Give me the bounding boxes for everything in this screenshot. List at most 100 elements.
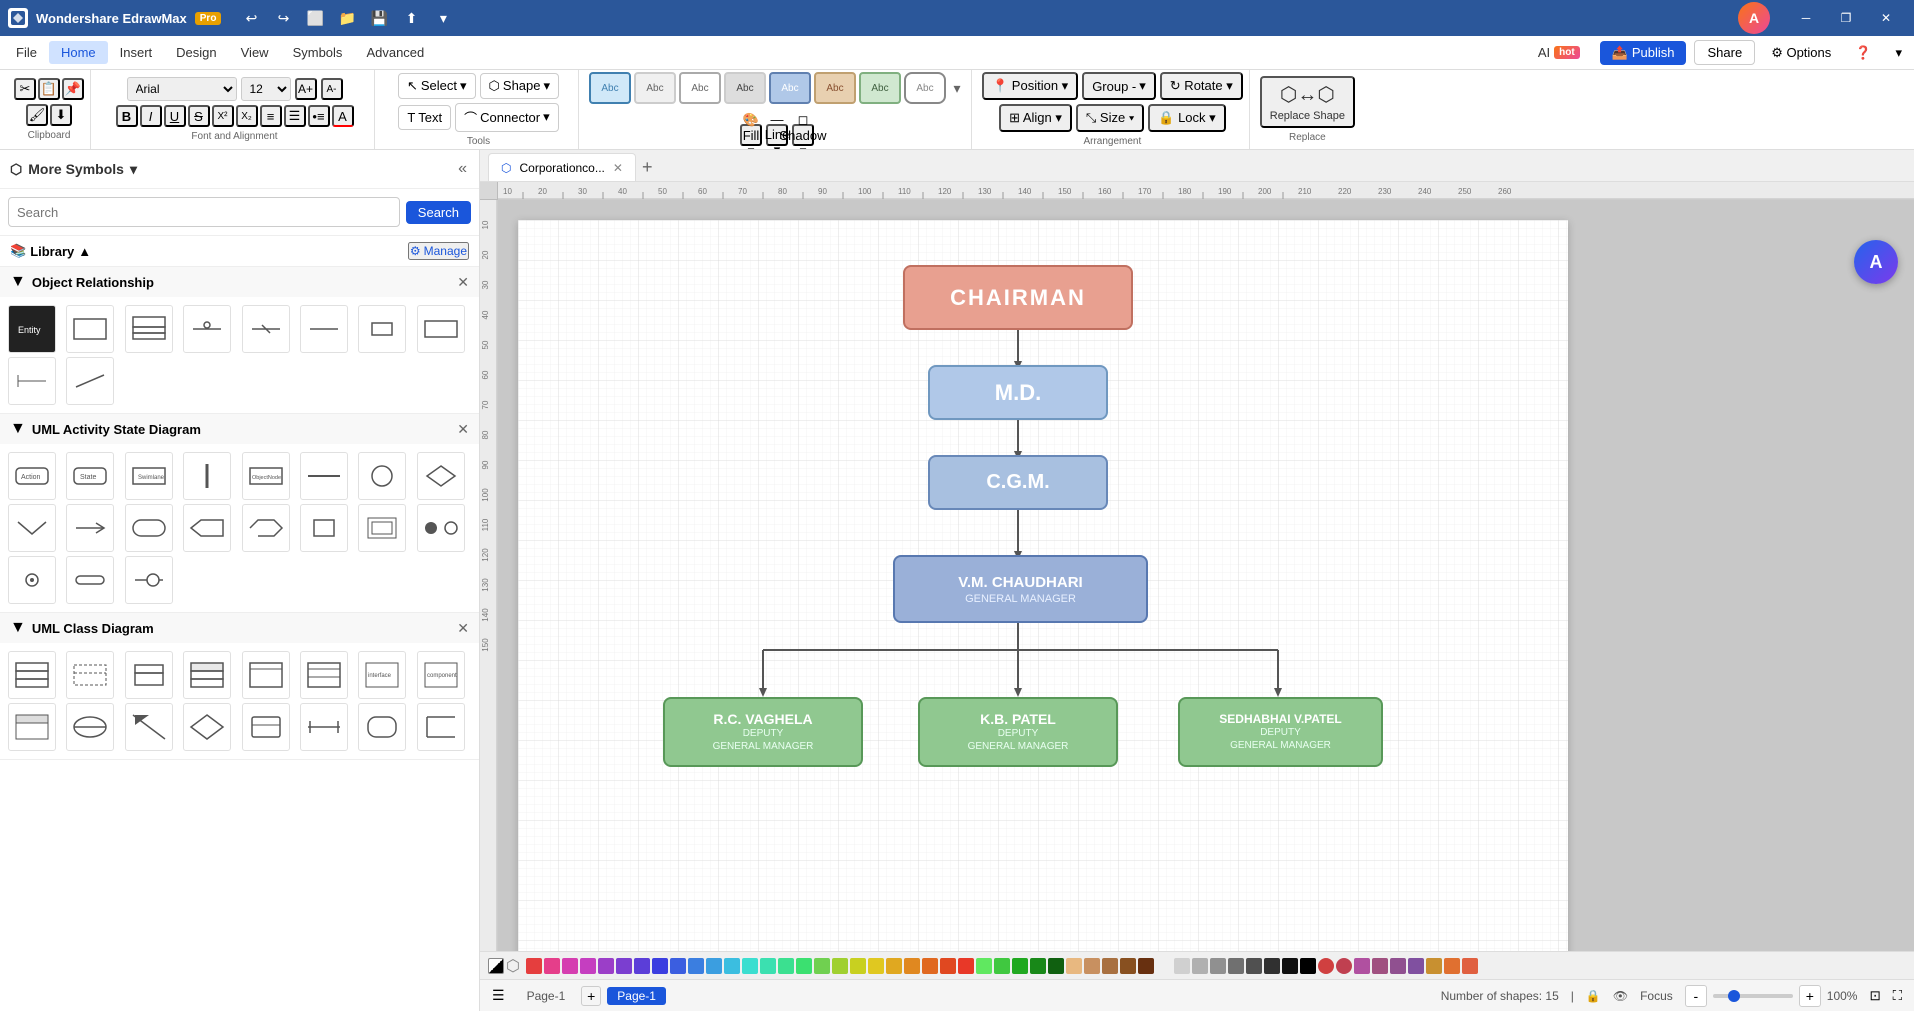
font-size-select[interactable]: 810121416182436: [241, 77, 291, 101]
color-swatch[interactable]: [1444, 958, 1460, 974]
color-swatch[interactable]: [814, 958, 830, 974]
size-button[interactable]: ⤡ Size ▾: [1076, 104, 1144, 132]
color-swatch[interactable]: [652, 958, 668, 974]
color-swatch[interactable]: [670, 958, 686, 974]
add-tab-button[interactable]: +: [636, 153, 659, 181]
symbol-item[interactable]: Swimlane: [125, 452, 173, 500]
object-relationship-header[interactable]: ▼ Object Relationship ✕: [0, 267, 479, 297]
symbol-item[interactable]: [125, 305, 173, 353]
color-swatch[interactable]: [832, 958, 848, 974]
redo-button[interactable]: ↪: [269, 8, 297, 28]
symbol-item[interactable]: [183, 504, 231, 552]
shadow-button[interactable]: ◻ Shadow ▾: [792, 124, 814, 146]
menu-advanced[interactable]: Advanced: [354, 41, 436, 64]
style-2[interactable]: Abc: [634, 72, 676, 104]
list-button[interactable]: ☰: [284, 105, 306, 127]
menu-insert[interactable]: Insert: [108, 41, 165, 64]
color-swatch[interactable]: [1012, 958, 1028, 974]
color-swatch[interactable]: [1120, 958, 1136, 974]
fit-page-button[interactable]: ⊡: [1869, 988, 1880, 1004]
color-swatch[interactable]: [1192, 958, 1208, 974]
color-swatch[interactable]: [580, 958, 596, 974]
symbol-item[interactable]: [66, 357, 114, 405]
undo-button[interactable]: ↩: [237, 8, 265, 28]
symbol-item[interactable]: [8, 504, 56, 552]
symbol-item[interactable]: [300, 452, 348, 500]
tab-close-button[interactable]: ✕: [613, 161, 623, 175]
add-page-button[interactable]: +: [581, 986, 601, 1006]
rc-node[interactable]: R.C. VAGHELA DEPUTYGENERAL MANAGER: [663, 697, 863, 767]
lock-button[interactable]: 🔒 Lock ▾: [1148, 104, 1225, 132]
color-swatch[interactable]: [1138, 958, 1154, 974]
select-button[interactable]: ↖ Select ▾: [398, 73, 476, 99]
color-swatch[interactable]: [976, 958, 992, 974]
decrease-font-button[interactable]: A-: [321, 78, 343, 100]
color-dropper-icon[interactable]: ⬡: [506, 956, 520, 976]
kb-node[interactable]: K.B. PATEL DEPUTYGENERAL MANAGER: [918, 697, 1118, 767]
color-swatch[interactable]: [1390, 958, 1406, 974]
cgm-node[interactable]: C.G.M.: [928, 455, 1108, 510]
maximize-button[interactable]: ❐: [1826, 3, 1866, 33]
replace-shape-button[interactable]: ⬡↔⬡ Replace Shape: [1260, 76, 1355, 128]
underline-button[interactable]: U: [164, 105, 186, 127]
symbol-item[interactable]: [358, 452, 406, 500]
color-swatch[interactable]: [1264, 958, 1280, 974]
symbol-item[interactable]: State: [66, 452, 114, 500]
color-swatch[interactable]: [796, 958, 812, 974]
increase-font-button[interactable]: A+: [295, 78, 317, 100]
symbol-item[interactable]: [300, 651, 348, 699]
color-swatch[interactable]: [886, 958, 902, 974]
color-swatch[interactable]: [760, 958, 776, 974]
search-button[interactable]: Search: [406, 201, 471, 224]
color-swatch[interactable]: [1174, 958, 1190, 974]
symbol-item[interactable]: [66, 703, 114, 751]
style-8[interactable]: Abc: [904, 72, 946, 104]
symbol-item[interactable]: [183, 452, 231, 500]
color-swatch[interactable]: [1318, 958, 1334, 974]
color-swatch[interactable]: [850, 958, 866, 974]
vm-node[interactable]: V.M. CHAUDHARI GENERAL MANAGER: [893, 555, 1148, 623]
share-button[interactable]: Share: [1694, 40, 1755, 65]
strikethrough-button[interactable]: S: [188, 105, 210, 127]
symbol-item[interactable]: Action: [8, 452, 56, 500]
symbol-item[interactable]: [358, 305, 406, 353]
bold-button[interactable]: B: [116, 105, 138, 127]
style-7[interactable]: Abc: [859, 72, 901, 104]
symbol-item[interactable]: [300, 703, 348, 751]
font-color-button[interactable]: A: [332, 105, 354, 127]
color-swatch[interactable]: [1462, 958, 1478, 974]
document-tab[interactable]: ⬡ Corporationco... ✕: [488, 153, 636, 181]
color-swatch[interactable]: [1102, 958, 1118, 974]
color-swatch[interactable]: [994, 958, 1010, 974]
color-swatch[interactable]: [1156, 958, 1172, 974]
symbol-item[interactable]: ObjectNode: [242, 452, 290, 500]
object-relationship-close[interactable]: ✕: [457, 274, 469, 291]
open-button[interactable]: 📁: [333, 8, 361, 28]
symbol-item[interactable]: [417, 703, 465, 751]
new-button[interactable]: ⬜: [301, 8, 329, 28]
color-swatch[interactable]: [1210, 958, 1226, 974]
manage-button[interactable]: ⚙ Manage: [408, 242, 469, 260]
zoom-slider[interactable]: [1713, 994, 1793, 998]
menu-symbols[interactable]: Symbols: [281, 41, 355, 64]
options-button[interactable]: ⚙ Options: [1763, 41, 1839, 65]
style-4[interactable]: Abc: [724, 72, 766, 104]
symbol-item[interactable]: [66, 305, 114, 353]
color-swatch[interactable]: [1300, 958, 1316, 974]
more-button[interactable]: ▾: [429, 8, 457, 28]
ai-assistant-button[interactable]: A: [1854, 240, 1898, 284]
connector-button[interactable]: ⌒ Connector ▾: [455, 103, 559, 132]
save-button[interactable]: 💾: [365, 8, 393, 28]
font-family-select[interactable]: Arial Times New Roman Calibri: [127, 77, 237, 101]
subscript-button[interactable]: X₂: [236, 105, 258, 127]
symbol-item[interactable]: [242, 703, 290, 751]
color-swatch[interactable]: [526, 958, 542, 974]
color-swatch[interactable]: [868, 958, 884, 974]
drawing-canvas[interactable]: CHAIRMAN M.D. C.G.M.: [518, 220, 1568, 951]
symbol-item[interactable]: [125, 556, 173, 604]
symbol-item[interactable]: [125, 504, 173, 552]
uml-class-close[interactable]: ✕: [457, 620, 469, 637]
page-tab-1[interactable]: Page-1: [517, 987, 576, 1005]
color-swatch[interactable]: [958, 958, 974, 974]
color-swatch[interactable]: [1048, 958, 1064, 974]
